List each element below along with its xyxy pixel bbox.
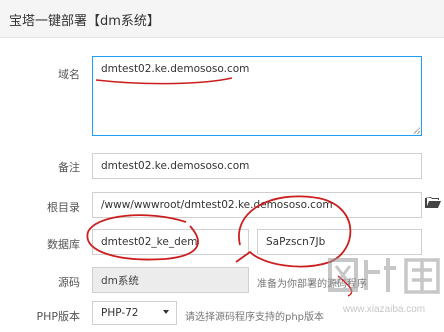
dialog-title: 宝塔一键部署【dm系统】 — [9, 14, 160, 29]
dialog-titlebar: 宝塔一键部署【dm系统】 — [0, 0, 444, 38]
database-name-value: dmtest02_ke_dem — [101, 236, 198, 248]
php-version-select[interactable]: PHP-72 — [92, 301, 177, 325]
domain-value: dmtest02.ke.demososo.com — [101, 63, 250, 75]
watermark-domain: www.xiazaiba.com — [342, 304, 425, 315]
domain-label: 域名 — [58, 68, 80, 81]
database-password-value: SaPzscn7Jb — [266, 236, 326, 248]
database-label: 数据库 — [47, 238, 80, 251]
remark-label: 备注 — [58, 161, 80, 174]
remark-value: dmtest02.ke.demososo.com — [101, 160, 250, 172]
database-name-input[interactable]: dmtest02_ke_dem — [92, 229, 249, 255]
watermark-logo: www.xiazaiba.com — [328, 258, 440, 315]
php-hint: 请选择源码程序支持的php版本 — [185, 312, 325, 323]
chevron-down-icon — [163, 310, 169, 314]
resize-handle-icon[interactable] — [413, 127, 420, 134]
source-input: dm系统 — [92, 267, 249, 293]
remark-input[interactable]: dmtest02.ke.demososo.com — [92, 153, 422, 179]
rootdir-input[interactable]: /www/wwwroot/dmtest02.ke.demososo.com — [92, 192, 422, 218]
php-version-value: PHP-72 — [101, 307, 139, 319]
domain-textarea[interactable]: dmtest02.ke.demososo.com — [92, 56, 422, 136]
php-label: PHP版本 — [36, 310, 80, 323]
rootdir-label: 根目录 — [47, 201, 80, 214]
source-label: 源码 — [58, 276, 80, 289]
rootdir-value: /www/wwwroot/dmtest02.ke.demososo.com — [101, 199, 333, 211]
folder-icon[interactable] — [425, 196, 441, 208]
source-value: dm系统 — [101, 274, 139, 287]
